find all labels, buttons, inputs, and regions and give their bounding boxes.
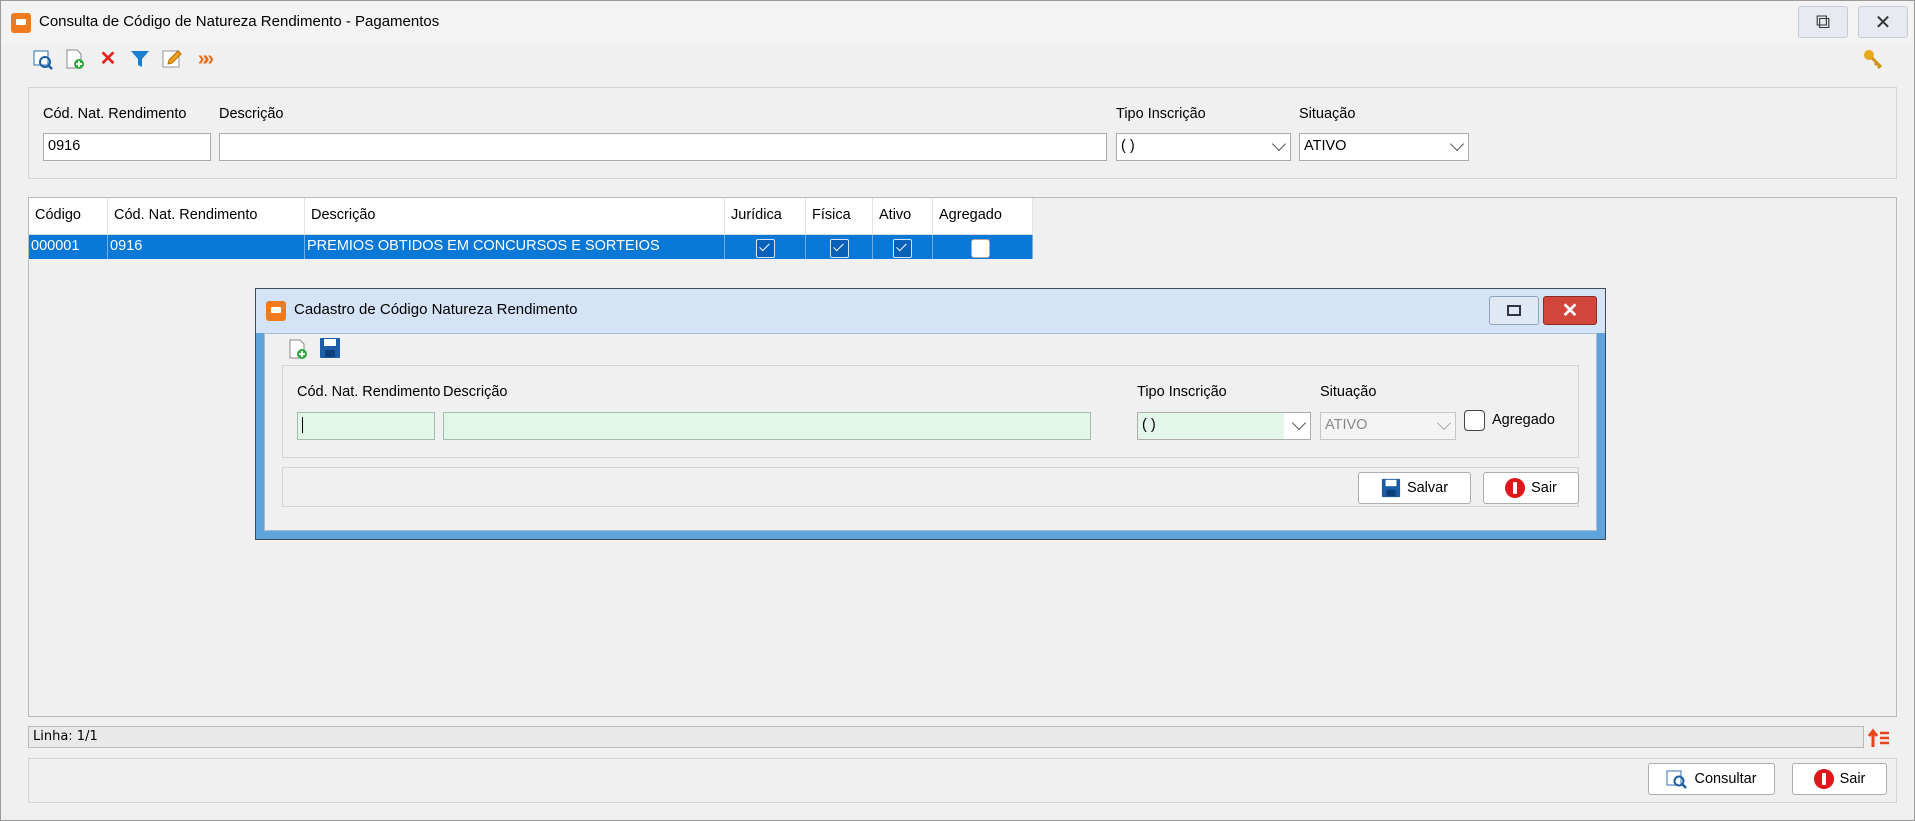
agregado-checkbox[interactable] [971, 239, 990, 258]
salvar-button[interactable]: Salvar [1358, 472, 1471, 504]
dialog-descricao-label: Descrição [443, 384, 508, 400]
ativo-checkbox[interactable] [893, 239, 912, 258]
dialog-title-bar: Cadastro de Código Natureza Rendimento ✕ [256, 289, 1605, 333]
column-header-descricao[interactable]: Descrição [305, 198, 725, 235]
situacao-select[interactable]: ATIVO [1299, 133, 1469, 161]
situacao-value: ATIVO [1304, 138, 1347, 154]
table-row-juridica-cell[interactable] [725, 235, 806, 259]
dialog-maximize-button[interactable] [1489, 296, 1539, 325]
stop-icon [1813, 769, 1834, 789]
maximize-icon [1507, 305, 1521, 316]
close-icon: ✕ [1874, 11, 1892, 34]
dialog-descricao-input[interactable] [443, 412, 1091, 440]
save-icon[interactable] [319, 337, 341, 359]
new-document-icon[interactable] [287, 338, 309, 360]
dialog-tipo-inscricao-value: ( ) [1142, 417, 1156, 433]
new-document-icon[interactable] [64, 48, 86, 70]
search-icon[interactable] [32, 48, 54, 70]
text-cursor [302, 417, 303, 434]
dialog-situacao-label: Situação [1320, 384, 1377, 400]
cod-nat-input[interactable]: 0916 [43, 133, 211, 161]
dialog-sair-label: Sair [1531, 480, 1557, 496]
column-header-agregado[interactable]: Agregado [933, 198, 1033, 235]
cadastro-dialog: Cadastro de Código Natureza Rendimento ✕… [255, 288, 1606, 540]
descricao-label: Descrição [219, 106, 284, 122]
table-row-ativo-cell[interactable] [873, 235, 933, 259]
chevron-down-icon [1449, 136, 1465, 152]
juridica-checkbox[interactable] [756, 239, 775, 258]
dialog-title: Cadastro de Código Natureza Rendimento [294, 301, 578, 318]
restore-icon: ⧉ [1815, 10, 1831, 33]
table-row-descricao-cell[interactable]: PREMIOS OBTIDOS EM CONCURSOS E SORTEIOS [305, 235, 725, 259]
close-icon: ✕ [1561, 300, 1579, 322]
next-icon[interactable]: »» [192, 48, 214, 70]
delete-icon[interactable]: ✕ [97, 48, 119, 70]
tipo-inscricao-value: ( ) [1121, 138, 1135, 154]
cod-nat-label: Cód. Nat. Rendimento [43, 106, 187, 122]
window-title: Consulta de Código de Natureza Rendiment… [39, 13, 440, 30]
sort-icon[interactable] [1867, 727, 1891, 749]
tipo-inscricao-label: Tipo Inscrição [1116, 106, 1206, 122]
dialog-agregado-label: Agregado [1492, 412, 1555, 428]
table-row-agregado-cell[interactable] [933, 235, 1033, 259]
consultar-label: Consultar [1694, 771, 1757, 787]
column-header-juridica[interactable]: Jurídica [725, 198, 806, 235]
column-header-codigo[interactable]: Código [29, 198, 108, 235]
key-icon[interactable] [1862, 48, 1884, 70]
chevron-down-icon [1271, 136, 1287, 152]
edit-icon[interactable] [161, 48, 183, 70]
descricao-input[interactable] [219, 133, 1107, 161]
column-header-fisica[interactable]: Física [806, 198, 873, 235]
table-row-cod-nat-cell[interactable]: 0916 [108, 235, 305, 259]
sair-button[interactable]: Sair [1792, 763, 1887, 795]
situacao-label: Situação [1299, 106, 1356, 122]
sair-label: Sair [1839, 771, 1866, 787]
dialog-app-icon [266, 301, 286, 321]
app-icon [11, 13, 31, 33]
dialog-situacao-select[interactable]: ATIVO [1320, 412, 1456, 440]
chevron-down-icon [1291, 415, 1307, 431]
search-icon [1666, 770, 1688, 789]
dialog-sair-button[interactable]: Sair [1483, 472, 1579, 504]
dialog-agregado-checkbox[interactable] [1464, 410, 1485, 431]
dialog-cod-nat-label: Cód. Nat. Rendimento [297, 384, 441, 400]
column-header-ativo[interactable]: Ativo [873, 198, 933, 235]
dialog-tipo-inscricao-select[interactable]: ( ) [1137, 412, 1311, 440]
title-bar: Consulta de Código de Natureza Rendiment… [1, 1, 1914, 44]
stop-icon [1505, 478, 1526, 498]
column-header-cod-nat[interactable]: Cód. Nat. Rendimento [108, 198, 305, 235]
save-icon [1381, 478, 1401, 498]
dialog-tipo-inscricao-label: Tipo Inscrição [1137, 384, 1227, 400]
close-button[interactable]: ✕ [1858, 6, 1908, 38]
main-window: Consulta de Código de Natureza Rendiment… [0, 0, 1915, 821]
bottom-bar [28, 758, 1897, 803]
salvar-label: Salvar [1406, 480, 1449, 496]
table-row-fisica-cell[interactable] [806, 235, 873, 259]
dialog-situacao-value: ATIVO [1325, 417, 1368, 433]
dialog-cod-nat-input[interactable] [297, 412, 435, 440]
consultar-button[interactable]: Consultar [1648, 763, 1775, 795]
chevron-down-icon [1436, 415, 1452, 431]
tipo-inscricao-select[interactable]: ( ) [1116, 133, 1291, 161]
table-row-codigo-cell[interactable]: 000001 [29, 235, 108, 259]
filter-icon[interactable] [129, 48, 151, 70]
restore-button[interactable]: ⧉ [1798, 6, 1848, 38]
status-line: Linha: 1/1 [28, 726, 1864, 748]
fisica-checkbox[interactable] [830, 239, 849, 258]
dialog-body: Cód. Nat. Rendimento Descrição Tipo Insc… [264, 333, 1597, 531]
dialog-close-button[interactable]: ✕ [1543, 296, 1597, 325]
